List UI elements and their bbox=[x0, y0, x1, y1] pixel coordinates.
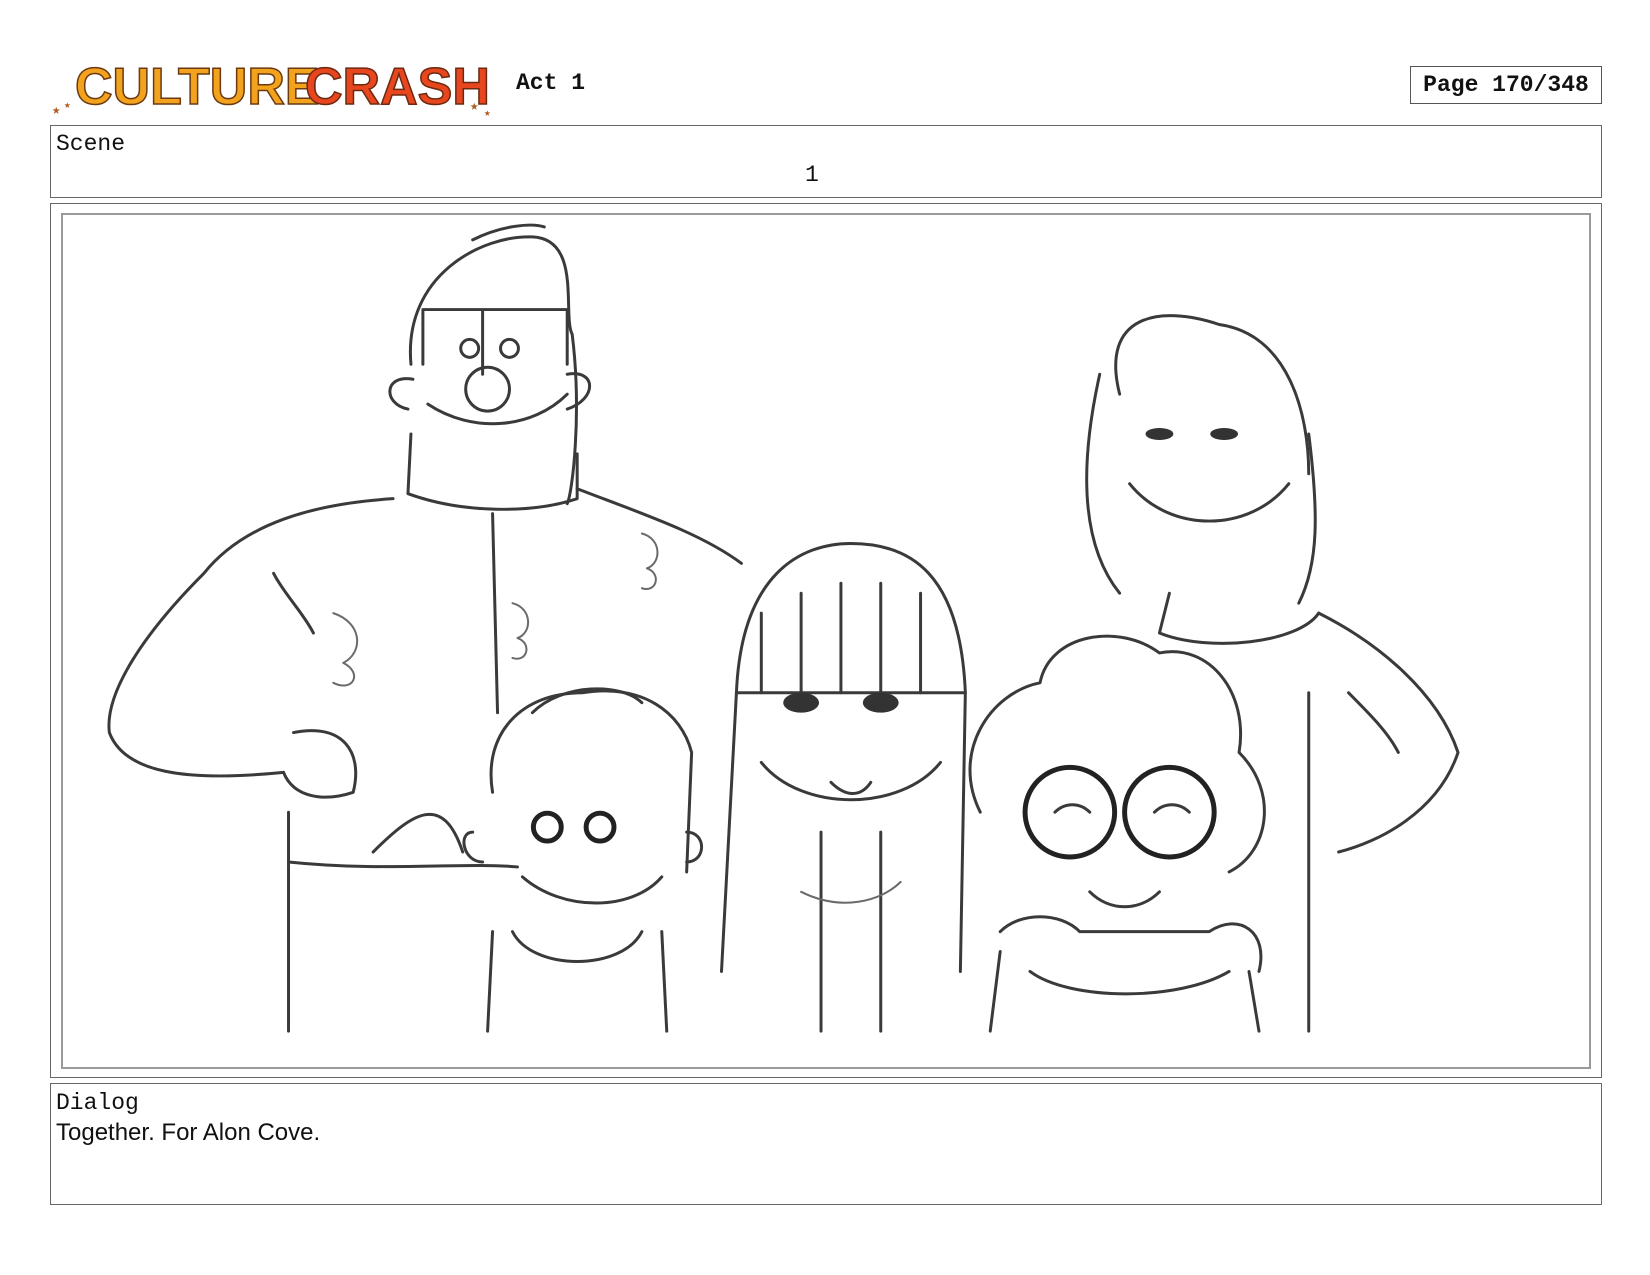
character-boy bbox=[462, 687, 703, 1033]
scene-box: Scene 1 bbox=[50, 125, 1602, 198]
dialog-text: Together. For Alon Cove. bbox=[56, 1119, 321, 1146]
logo-culture-word: CULTURE bbox=[75, 58, 320, 116]
culture-crash-logo: CULTURE CRASH ★ ★ ★ ★ bbox=[50, 52, 500, 118]
storyboard-panel bbox=[50, 203, 1602, 1078]
svg-text:★: ★ bbox=[470, 99, 479, 115]
svg-text:★: ★ bbox=[64, 100, 71, 112]
character-tall-person bbox=[1085, 314, 1460, 1033]
page-counter: Page 170/348 bbox=[1410, 66, 1602, 104]
storyboard-sketch-image bbox=[107, 223, 1460, 1033]
svg-text:★: ★ bbox=[484, 108, 491, 118]
logo-graphic: CULTURE CRASH ★ ★ ★ ★ bbox=[52, 57, 491, 118]
svg-text:★: ★ bbox=[52, 103, 61, 118]
dialog-label: Dialog bbox=[56, 1090, 139, 1116]
scene-label: Scene bbox=[56, 131, 126, 157]
logo-crash-word: CRASH bbox=[305, 58, 490, 116]
act-label: Act 1 bbox=[516, 70, 586, 96]
scene-number: 1 bbox=[805, 162, 819, 188]
character-big-man bbox=[107, 223, 743, 1033]
character-grandma bbox=[968, 634, 1266, 1033]
dialog-box: Dialog Together. For Alon Cove. bbox=[50, 1083, 1602, 1205]
panel-frame bbox=[61, 213, 1591, 1069]
character-girl bbox=[719, 541, 967, 1033]
